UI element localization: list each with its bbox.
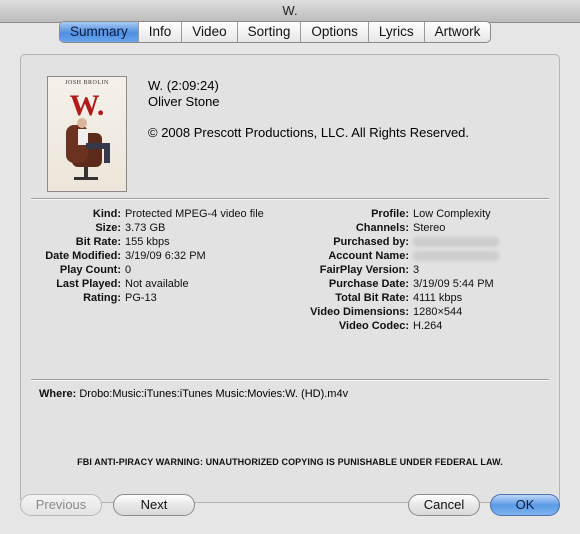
detail-row: FairPlay Version: 3 — [0, 263, 419, 277]
tab-info[interactable]: Info — [139, 22, 183, 42]
detail-row: Channels: Stereo — [0, 221, 446, 235]
tab-lyrics[interactable]: Lyrics — [369, 22, 425, 42]
tab-artwork[interactable]: Artwork — [425, 22, 491, 42]
redacted-blur — [413, 237, 499, 248]
tab-options[interactable]: Options — [301, 22, 369, 42]
detail-label: Video Dimensions: — [310, 306, 409, 318]
item-copyright: © 2008 Prescott Productions, LLC. All Ri… — [148, 125, 470, 140]
ok-button[interactable]: OK — [490, 494, 560, 516]
detail-label: Purchase Date: — [328, 278, 409, 290]
divider-bottom — [31, 379, 549, 381]
anti-piracy-warning: FBI ANTI-PIRACY WARNING: UNAUTHORIZED CO… — [77, 457, 503, 467]
cancel-button[interactable]: Cancel — [408, 494, 480, 516]
movie-poster-artwork: JOSH BROLIN W. — [47, 76, 127, 192]
detail-row: Video Codec: H.264 — [0, 319, 442, 333]
where-path: Drobo:Music:iTunes:iTunes Music:Movies:W… — [79, 388, 349, 400]
redacted-blur — [413, 251, 499, 262]
where-label: Where: — [39, 388, 77, 400]
detail-value: 1280×544 — [413, 306, 463, 318]
detail-value-redacted — [413, 235, 499, 249]
detail-value: 4111 kbps — [413, 292, 463, 304]
window-title: W. — [0, 0, 580, 23]
item-director: Oliver Stone — [148, 94, 220, 109]
item-title-duration: W. (2:09:24) — [148, 78, 219, 93]
detail-value-redacted — [413, 249, 499, 263]
poster-chair-figure — [66, 118, 110, 180]
tab-summary[interactable]: Summary — [60, 22, 139, 42]
file-location: Where: Drobo:Music:iTunes:iTunes Music:M… — [39, 388, 348, 400]
detail-value: H.264 — [413, 320, 443, 332]
detail-label: Purchased by: — [333, 236, 409, 248]
detail-row: Video Dimensions: 1280×544 — [0, 305, 462, 319]
divider-top — [31, 198, 549, 200]
detail-row: Purchased by: — [0, 235, 499, 249]
previous-button[interactable]: Previous — [20, 494, 102, 516]
detail-row: Total Bit Rate: 4111 kbps — [0, 291, 462, 305]
detail-row: Profile: Low Complexity — [0, 207, 491, 221]
detail-value: 3 — [413, 264, 420, 276]
detail-value: 3/19/09 5:44 PM — [413, 278, 494, 290]
detail-label: Total Bit Rate: — [335, 292, 409, 304]
detail-label: Channels: — [355, 222, 409, 234]
detail-row: Account Name: — [0, 249, 499, 263]
detail-value: Low Complexity — [413, 208, 491, 220]
tab-video[interactable]: Video — [182, 22, 238, 42]
tab-bar: Summary Info Video Sorting Options Lyric… — [59, 21, 492, 43]
detail-label: Video Codec: — [338, 320, 409, 332]
tab-sorting[interactable]: Sorting — [238, 22, 302, 42]
detail-label: Account Name: — [328, 250, 409, 262]
detail-label: Profile: — [371, 208, 409, 220]
detail-row: Purchase Date: 3/19/09 5:44 PM — [0, 277, 494, 291]
detail-label: FairPlay Version: — [319, 264, 409, 276]
next-button[interactable]: Next — [113, 494, 195, 516]
detail-value: Stereo — [413, 222, 446, 234]
